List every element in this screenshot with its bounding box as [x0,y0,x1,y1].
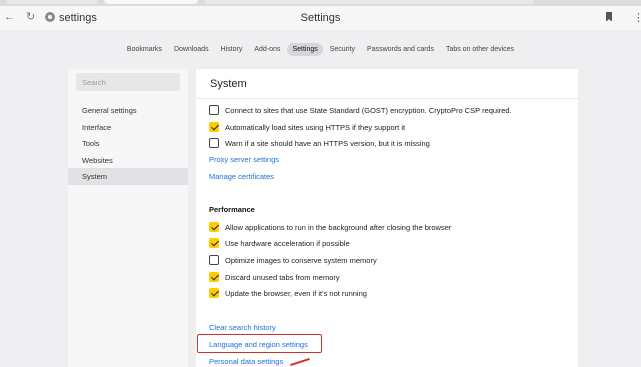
option-label: Update the browser, even if it's not run… [225,288,367,298]
manage-certificates-link[interactable]: Manage certificates [209,172,274,181]
sidebar-search-input[interactable]: Search [76,73,180,91]
settings-panel: System Connect to sites that use State S… [196,69,578,367]
back-arrow-icon[interactable]: ← [4,11,15,23]
checkbox-checked[interactable] [209,288,219,298]
option-label: Allow applications to run in the backgro… [225,222,452,232]
checkbox[interactable] [209,105,219,115]
browser-tab-active[interactable] [104,0,198,4]
checkbox[interactable] [209,255,219,265]
section-title: System [210,78,247,90]
sidebar-item-tools[interactable]: Tools [68,135,188,152]
language-region-settings-link[interactable]: Language and region settings [209,340,308,349]
option-label: Automatically load sites using HTTPS if … [225,122,406,132]
bookmark-icon[interactable] [606,12,612,22]
checkbox-checked[interactable] [209,122,219,132]
more-menu-icon[interactable]: ⋮ [633,11,641,24]
option-optimize-images[interactable]: Optimize images to conserve system memor… [209,254,377,266]
settings-site-icon [45,12,55,22]
performance-heading: Performance [209,205,255,214]
address-text[interactable]: settings [59,12,97,24]
option-background-apps[interactable]: Allow applications to run in the backgro… [209,221,451,233]
tab-history[interactable]: History [216,43,248,56]
option-discard-tabs[interactable]: Discard unused tabs from memory [209,271,340,283]
browser-tab[interactable] [6,0,98,4]
tab-settings[interactable]: Settings [287,42,323,56]
tab-passwords-and-cards[interactable]: Passwords and cards [362,43,439,56]
sidebar-item-websites[interactable]: Websites [68,152,188,169]
option-label: Discard unused tabs from memory [225,272,340,282]
tab-security[interactable]: Security [325,43,360,56]
tab-add-ons[interactable]: Add-ons [249,43,285,56]
sidebar-item-general-settings[interactable]: General settings [68,102,188,119]
option-https-warning[interactable]: Warn if a site should have an HTTPS vers… [209,137,430,149]
option-update-browser[interactable]: Update the browser, even if it's not run… [209,287,367,299]
option-hardware-acceleration[interactable]: Use hardware acceleration if possible [209,237,350,249]
checkbox[interactable] [209,138,219,148]
browser-tab[interactable] [204,0,534,4]
divider [196,98,578,99]
address-bar-row: ← ↻ settings Settings ⋮ [0,6,641,30]
option-gost-encryption[interactable]: Connect to sites that use State Standard… [209,104,512,116]
sidebar-item-system[interactable]: System [68,168,188,185]
checkbox-checked[interactable] [209,222,219,232]
clear-search-history-link[interactable]: Clear search history [209,323,276,332]
settings-nav-tabs: Bookmarks Downloads History Add-ons Sett… [0,40,641,58]
option-label: Use hardware acceleration if possible [225,238,350,248]
sidebar-item-interface[interactable]: Interface [68,119,188,136]
tab-other-devices[interactable]: Tabs on other devices [441,43,519,56]
tab-bookmarks[interactable]: Bookmarks [122,43,167,56]
option-label: Optimize images to conserve system memor… [225,255,377,265]
option-auto-https[interactable]: Automatically load sites using HTTPS if … [209,121,405,133]
settings-sidebar: Search General settings Interface Tools … [68,69,188,367]
checkbox-checked[interactable] [209,238,219,248]
proxy-settings-link[interactable]: Proxy server settings [209,155,279,164]
option-label: Connect to sites that use State Standard… [225,105,512,115]
checkbox-checked[interactable] [209,272,219,282]
personal-data-settings-link[interactable]: Personal data settings [209,357,283,366]
reload-icon[interactable]: ↻ [26,11,35,23]
option-label: Warn if a site should have an HTTPS vers… [225,138,430,148]
tab-downloads[interactable]: Downloads [169,43,214,56]
